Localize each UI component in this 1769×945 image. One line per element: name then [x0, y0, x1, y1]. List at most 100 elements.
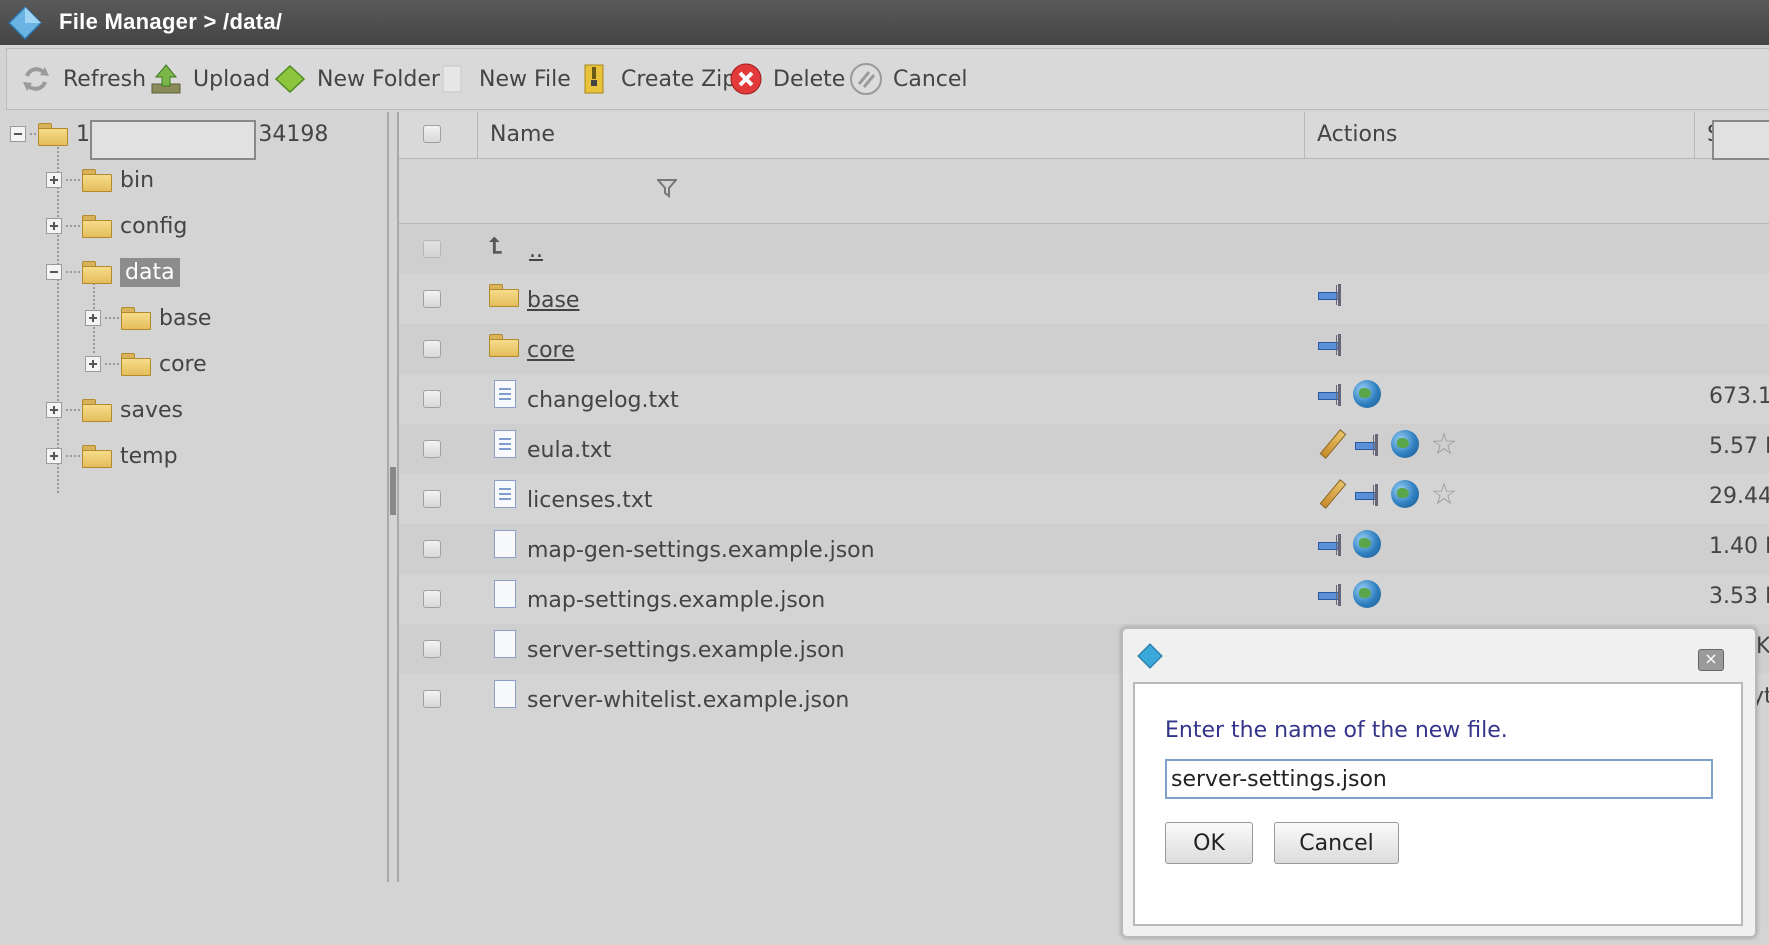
- tree-item-label: base: [159, 305, 212, 331]
- splitter-grip[interactable]: [390, 467, 396, 515]
- globe-icon[interactable]: [1353, 380, 1381, 408]
- rename-icon[interactable]: [1316, 580, 1346, 610]
- tree-item-label: temp: [120, 443, 178, 469]
- upload-button[interactable]: Upload: [149, 60, 270, 98]
- pane-splitter[interactable]: [387, 112, 399, 882]
- folder-icon: [82, 261, 112, 284]
- cancel-icon: [850, 63, 882, 95]
- row-checkbox[interactable]: [423, 440, 441, 458]
- table-row[interactable]: map-gen-settings.example.json 1.40 K: [399, 524, 1769, 574]
- edit-pencil-icon[interactable]: [1316, 480, 1346, 510]
- ok-button[interactable]: OK: [1165, 822, 1253, 864]
- dialog-close-button[interactable]: ×: [1698, 649, 1724, 671]
- cancel-label: Cancel: [893, 66, 968, 92]
- file-name[interactable]: core: [527, 338, 575, 363]
- rename-icon[interactable]: [1353, 480, 1383, 510]
- file-icon: [494, 680, 516, 708]
- rename-icon[interactable]: [1316, 280, 1346, 310]
- file-size: 5.57 K: [1709, 434, 1769, 459]
- row-checkbox: [423, 240, 441, 258]
- select-all-checkbox[interactable]: [423, 125, 441, 143]
- star-icon[interactable]: ☆: [1429, 430, 1459, 460]
- table-row[interactable]: eula.txt ☆ 5.57 K: [399, 424, 1769, 474]
- new-file-dialog: × Enter the name of the new file. OK Can…: [1121, 627, 1757, 938]
- tree-item-base[interactable]: base: [85, 298, 211, 338]
- new-folder-button[interactable]: New Folder: [273, 60, 440, 98]
- file-name[interactable]: map-gen-settings.example.json: [527, 538, 875, 563]
- row-checkbox[interactable]: [423, 640, 441, 658]
- row-checkbox[interactable]: [423, 590, 441, 608]
- expand-toggle[interactable]: [46, 448, 62, 464]
- name-filter-input[interactable]: [90, 120, 256, 160]
- row-checkbox[interactable]: [423, 690, 441, 708]
- file-name[interactable]: base: [527, 288, 579, 313]
- rename-icon[interactable]: [1316, 380, 1346, 410]
- create-zip-button[interactable]: Create Zip: [577, 60, 736, 98]
- tree-item-bin[interactable]: bin: [46, 160, 154, 200]
- row-checkbox[interactable]: [423, 390, 441, 408]
- rename-icon[interactable]: [1316, 530, 1346, 560]
- tree-item-label: config: [120, 213, 188, 239]
- rename-icon[interactable]: [1316, 330, 1346, 360]
- table-row[interactable]: map-settings.example.json 3.53 K: [399, 574, 1769, 624]
- table-row[interactable]: changelog.txt 673.1: [399, 374, 1769, 424]
- new-folder-label: New Folder: [317, 66, 440, 92]
- tree-item-saves[interactable]: saves: [46, 390, 183, 430]
- grid-header: Name Actions Size: [399, 112, 1769, 159]
- table-row[interactable]: base: [399, 274, 1769, 324]
- folder-icon: [82, 169, 112, 192]
- rename-icon[interactable]: [1353, 430, 1383, 460]
- file-name[interactable]: licenses.txt: [527, 488, 653, 513]
- file-name[interactable]: changelog.txt: [527, 388, 679, 413]
- folder-tree: 144.217.10.103:34198 bin config data bas…: [0, 112, 390, 882]
- row-checkbox[interactable]: [423, 490, 441, 508]
- file-size: 29.44: [1709, 484, 1769, 509]
- expand-toggle[interactable]: [46, 172, 62, 188]
- expand-toggle[interactable]: [46, 218, 62, 234]
- expand-toggle[interactable]: [46, 402, 62, 418]
- tree-item-core[interactable]: core: [85, 344, 207, 384]
- text-file-icon: [494, 480, 516, 508]
- file-name[interactable]: server-settings.example.json: [527, 638, 845, 663]
- tree-item-data[interactable]: data: [46, 252, 180, 292]
- filter-icon[interactable]: [657, 178, 677, 198]
- row-checkbox[interactable]: [423, 290, 441, 308]
- globe-icon[interactable]: [1391, 430, 1419, 458]
- delete-label: Delete: [773, 66, 846, 92]
- expand-toggle[interactable]: [85, 356, 101, 372]
- tree-item-config[interactable]: config: [46, 206, 187, 246]
- window-title: File Manager > /data/: [59, 9, 283, 34]
- table-row[interactable]: licenses.txt ☆ 29.44: [399, 474, 1769, 524]
- expand-toggle[interactable]: [85, 310, 101, 326]
- file-name[interactable]: eula.txt: [527, 438, 611, 463]
- file-icon: [494, 580, 516, 608]
- globe-icon[interactable]: [1353, 580, 1381, 608]
- refresh-button[interactable]: Refresh: [19, 60, 146, 98]
- edit-pencil-icon[interactable]: [1316, 430, 1346, 460]
- new-file-name-input[interactable]: [1165, 759, 1713, 799]
- table-row-parent[interactable]: ⮤ ..: [399, 224, 1769, 274]
- folder-icon: [489, 334, 519, 357]
- file-name[interactable]: map-settings.example.json: [527, 588, 825, 613]
- column-name[interactable]: Name: [477, 112, 1304, 158]
- folder-icon: [121, 353, 151, 376]
- size-filter-input[interactable]: [1712, 120, 1769, 160]
- row-checkbox[interactable]: [423, 540, 441, 558]
- collapse-toggle[interactable]: [10, 126, 26, 142]
- parent-link[interactable]: ..: [529, 238, 543, 263]
- star-icon[interactable]: ☆: [1429, 480, 1459, 510]
- tree-item-temp[interactable]: temp: [46, 436, 178, 476]
- globe-icon[interactable]: [1353, 530, 1381, 558]
- new-file-button[interactable]: New File: [435, 60, 571, 98]
- dialog-cancel-button[interactable]: Cancel: [1274, 822, 1399, 864]
- file-name[interactable]: server-whitelist.example.json: [527, 688, 849, 713]
- table-row[interactable]: core: [399, 324, 1769, 374]
- collapse-toggle[interactable]: [46, 264, 62, 280]
- column-actions: Actions: [1304, 112, 1694, 158]
- new-folder-icon: [274, 64, 306, 94]
- row-checkbox[interactable]: [423, 340, 441, 358]
- globe-icon[interactable]: [1391, 480, 1419, 508]
- cancel-button[interactable]: Cancel: [849, 60, 968, 98]
- delete-button[interactable]: Delete: [729, 60, 845, 98]
- tree-item-label: saves: [120, 397, 183, 423]
